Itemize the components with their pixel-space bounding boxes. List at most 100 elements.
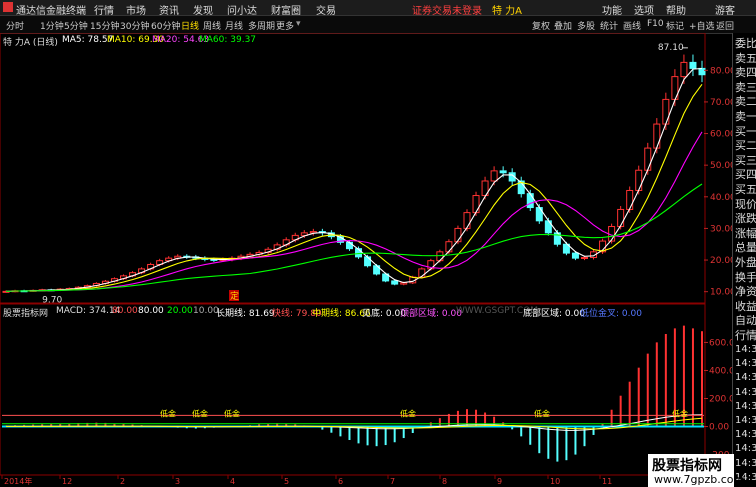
period-30min[interactable]: 30分钟 [120, 19, 149, 32]
period-monthly[interactable]: 月线 [225, 19, 243, 32]
candle-body [463, 212, 471, 229]
ind-v3: 20.00 [167, 306, 193, 316]
candle-body [571, 252, 579, 259]
price-pane-frame [0, 33, 706, 304]
login-status[interactable]: 证券交易未登录 [412, 2, 482, 17]
low-gold-mark: 低金 [400, 409, 416, 419]
menu-jiaoyi[interactable]: 交易 [316, 2, 336, 17]
period-weekly[interactable]: 周线 [203, 19, 221, 32]
tool-huaxian[interactable]: 画线 [623, 19, 641, 32]
menu-zixun[interactable]: 资讯 [159, 2, 179, 17]
tool-f10[interactable]: F10 [647, 19, 664, 29]
low-gold-mark: 低金 [192, 409, 208, 419]
menu-shichang[interactable]: 市场 [126, 2, 146, 17]
menu-gongneng[interactable]: 功能 [602, 2, 622, 17]
menu-bangzhu[interactable]: 帮助 [666, 2, 686, 17]
tool-duogu[interactable]: 多股 [577, 19, 595, 32]
period-more[interactable]: 更多 [276, 19, 294, 32]
price-tick-label: 10.00 [710, 288, 732, 298]
side-trade-time: 14:35 [735, 429, 756, 441]
bottom-zone-value: 底部区域: 0.00 [523, 309, 585, 319]
ind-v2: 80.00 [138, 306, 164, 316]
date-label: 2 [120, 477, 125, 486]
tool-fuquan[interactable]: 复权 [532, 19, 550, 32]
candle-body [680, 61, 688, 78]
ma20-line [5, 131, 703, 292]
side-item: 自动 [735, 314, 756, 328]
period-fenshi[interactable]: 分时 [6, 19, 24, 32]
kline-chart[interactable]: 87.109.70定 低金低金低金低金低金低金 80.0070.0060.005… [0, 33, 732, 487]
price-tick-label: 70.00 [710, 98, 732, 108]
macd-pane: 低金 低金 低金 低金 低金 低金 [2, 325, 704, 462]
side-item: 涨跌 [735, 212, 756, 226]
watermark-badge: 股票指标网 www.7gpzb.com [648, 454, 744, 487]
low-gold-mark: 低金 [534, 409, 550, 419]
side-trade-time: 14:35 [735, 457, 756, 469]
candle-body [391, 280, 399, 285]
indicator-source[interactable]: 股票指标网 [3, 306, 48, 319]
side-trade-time: 14:35 [735, 358, 756, 370]
high-price-label: 87.10 [658, 43, 684, 53]
candle-body [626, 189, 634, 210]
candle-body [345, 241, 353, 250]
period-multi[interactable]: 多周期 [248, 19, 275, 32]
candle-body [526, 193, 534, 209]
menu-wenxiaoda[interactable]: 问小达 [227, 2, 257, 17]
side-item: 收益 [735, 299, 756, 313]
chevron-down-icon[interactable]: ▾ [296, 19, 301, 29]
date-label: 3 [175, 477, 180, 486]
period-5min[interactable]: 5分钟 [64, 19, 88, 32]
side-item: 买三 [735, 153, 756, 167]
macd-tick-label: 600.00 [709, 338, 732, 348]
period-toolbar: 分时 1分钟 5分钟 15分钟 30分钟 60分钟 日线 周线 月线 多周期 更… [0, 16, 756, 34]
app-logo-icon [3, 2, 13, 12]
menu-hangqing[interactable]: 行情 [94, 2, 114, 17]
candle-body [472, 195, 480, 214]
date-label: 7 [390, 477, 395, 486]
macd-pane-frame [0, 303, 706, 476]
macd-dif-line [6, 414, 703, 431]
period-60min[interactable]: 60分钟 [151, 19, 180, 32]
menu-caifuquan[interactable]: 财富圈 [271, 2, 301, 17]
date-label: 5 [284, 477, 289, 486]
price-tick-label: 50.00 [710, 161, 732, 171]
side-trade-time: 14:35 [735, 400, 756, 412]
candle-body [698, 67, 706, 76]
menu-xuanxiang[interactable]: 选项 [634, 2, 654, 17]
side-item: 买一 [735, 124, 756, 138]
side-item: 委比 [735, 37, 756, 50]
date-label: 11 [602, 477, 612, 486]
low-gold-mark: 低金 [672, 409, 688, 419]
side-item: 现价 [735, 197, 756, 211]
side-item: 卖五 [735, 51, 756, 65]
ind-v4: 10.00 [193, 306, 219, 316]
candle-body [364, 256, 372, 267]
date-label: 10 [550, 477, 560, 486]
ma10-line [5, 83, 703, 292]
watermark-url: www.7gpzb.com [654, 473, 745, 486]
side-item: 外盘 [735, 256, 756, 269]
macd-value: MACD: 374.14 [56, 306, 121, 316]
low-gold-mark: 低金 [160, 409, 176, 419]
low-gold-mark: 低金 [224, 409, 240, 419]
tool-biaoji[interactable]: 标记 [666, 19, 684, 32]
tool-back[interactable]: 返回 [716, 19, 734, 32]
macd-tick-label: 0.00 [709, 423, 729, 433]
date-label: 8 [442, 477, 447, 486]
current-stock: 特 力A [492, 6, 523, 17]
tool-diejia[interactable]: 叠加 [554, 19, 572, 32]
ding-label: 定 [230, 290, 239, 302]
menu-faxian[interactable]: 发现 [193, 2, 213, 17]
period-daily[interactable]: 日线 [181, 19, 199, 32]
long-line-value: 长期线: 81.69 [216, 309, 275, 319]
period-15min[interactable]: 15分钟 [90, 19, 119, 32]
tool-tongji[interactable]: 统计 [600, 19, 618, 32]
watermark-title: 股票指标网 [652, 458, 722, 474]
side-item: 卖二 [735, 95, 756, 109]
user-guest[interactable]: 游客 [715, 2, 735, 17]
period-1min[interactable]: 1分钟 [40, 19, 64, 32]
tool-add-favorite[interactable]: +自选 [689, 19, 715, 32]
side-item: 净资 [735, 285, 756, 299]
side-trade-time: 14:35 [735, 386, 756, 398]
candle-body [445, 241, 453, 253]
